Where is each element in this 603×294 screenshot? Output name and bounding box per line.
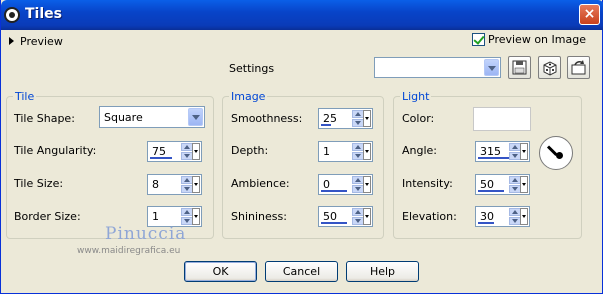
title-bar: Tiles × [1, 0, 603, 30]
close-icon: × [583, 6, 596, 22]
checkmark-icon[interactable] [472, 33, 485, 46]
close-button[interactable]: × [579, 4, 600, 25]
smoothness-spinner[interactable]: 25 [318, 108, 373, 129]
dial-knob-icon [556, 152, 563, 159]
depth-spinner[interactable]: 1 [318, 141, 373, 162]
intensity-label: Intensity: [402, 177, 453, 190]
slider-popup-icon[interactable] [520, 176, 528, 193]
color-label: Color: [402, 112, 435, 125]
depth-label: Depth: [231, 144, 269, 157]
ambience-bar [321, 190, 347, 192]
light-color-swatch[interactable] [473, 107, 531, 131]
slider-popup-icon[interactable] [192, 143, 200, 160]
randomize-button[interactable] [538, 56, 561, 79]
elevation-bar [478, 222, 494, 224]
image-group-title: Image [229, 90, 268, 103]
floppy-disk-icon [512, 60, 527, 75]
settings-label: Settings [229, 62, 275, 75]
tile-angularity-bar [150, 157, 172, 159]
preview-on-image-checkbox[interactable]: Preview on Image [472, 33, 586, 46]
app-icon [4, 7, 20, 23]
elevation-spinner[interactable]: 30 [475, 206, 530, 227]
tile-group-title: Tile [13, 90, 37, 103]
watermark-name: Pinuccia [105, 224, 187, 244]
depth-value: 1 [323, 145, 330, 158]
ambience-spinner[interactable]: 0 [318, 174, 373, 195]
preview-toggle[interactable]: Preview [9, 34, 63, 48]
ok-button[interactable]: OK [184, 261, 257, 282]
preview-on-image-label: Preview on Image [488, 33, 586, 46]
tile-angularity-spinner[interactable]: 75 [147, 141, 202, 162]
dice-icon [543, 61, 557, 76]
tile-shape-label: Tile Shape: [14, 112, 75, 125]
tile-size-label: Tile Size: [14, 177, 64, 190]
slider-popup-icon[interactable] [192, 208, 200, 225]
chevron-down-icon[interactable] [484, 59, 499, 76]
slider-popup-icon[interactable] [363, 176, 371, 193]
angle-spinner[interactable]: 315 [475, 141, 530, 162]
slider-popup-icon[interactable] [363, 143, 371, 160]
cancel-button[interactable]: Cancel [265, 261, 338, 282]
slider-popup-icon[interactable] [192, 176, 200, 193]
shininess-label: Shininess: [231, 210, 287, 223]
preview-label: Preview [20, 34, 63, 48]
ambience-label: Ambience: [231, 177, 290, 190]
tiles-dialog: Tiles × Preview Preview on Image Setting… [0, 0, 603, 294]
chevron-down-icon[interactable] [188, 108, 203, 126]
slider-popup-icon[interactable] [520, 208, 528, 225]
intensity-bar [478, 190, 504, 192]
light-group-title: Light [400, 90, 432, 103]
smoothness-bar [321, 124, 331, 126]
slider-popup-icon[interactable] [363, 110, 371, 127]
smoothness-label: Smoothness: [231, 112, 303, 125]
reset-icon [571, 60, 586, 75]
watermark-url: www.maidiregrafica.eu [77, 246, 181, 256]
tile-size-spinner[interactable]: 8 [147, 174, 202, 195]
expand-arrow-icon [9, 37, 14, 45]
border-size-label: Border Size: [14, 210, 81, 223]
elevation-label: Elevation: [402, 210, 457, 223]
angle-label: Angle: [402, 144, 438, 157]
intensity-spinner[interactable]: 50 [475, 174, 530, 195]
angle-dial[interactable] [539, 136, 573, 170]
border-size-value: 1 [152, 210, 159, 223]
reset-button[interactable] [567, 56, 590, 79]
window-title: Tiles [25, 6, 62, 22]
tile-size-value: 8 [152, 178, 159, 191]
tile-angularity-label: Tile Angularity: [14, 144, 97, 157]
help-button[interactable]: Help [346, 261, 419, 282]
save-preset-button[interactable] [508, 56, 531, 79]
shininess-spinner[interactable]: 50 [318, 206, 373, 227]
settings-dropdown[interactable] [374, 57, 501, 78]
shininess-bar [321, 222, 347, 224]
tile-shape-value: Square [104, 111, 143, 124]
slider-popup-icon[interactable] [363, 208, 371, 225]
slider-popup-icon[interactable] [520, 143, 528, 160]
tile-shape-dropdown[interactable]: Square [99, 106, 205, 128]
